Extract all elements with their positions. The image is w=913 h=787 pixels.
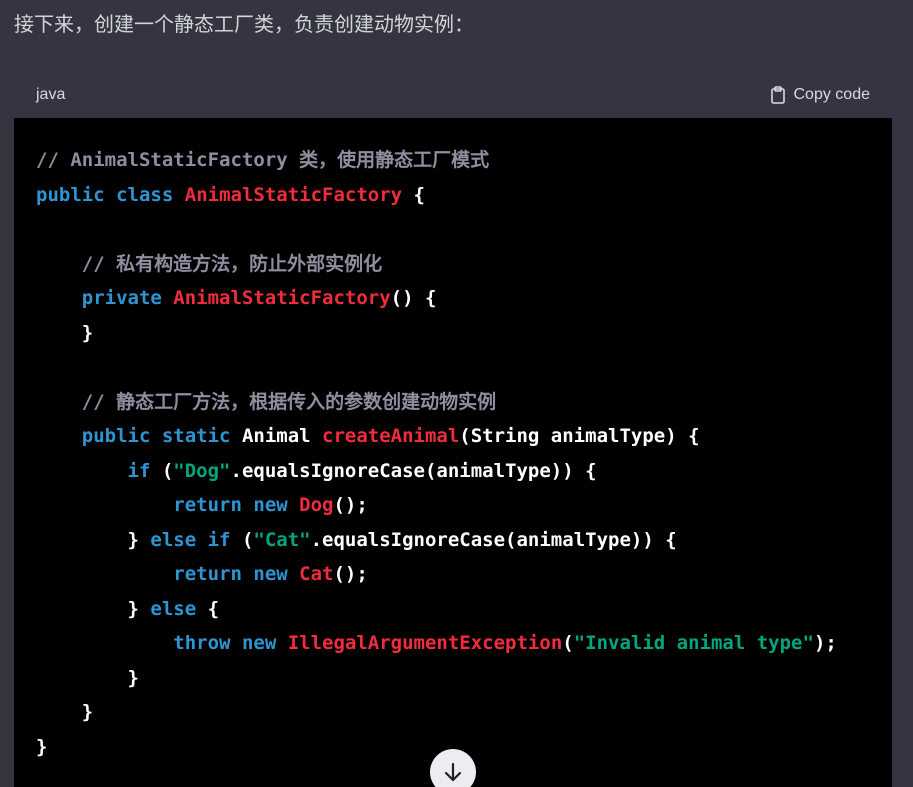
code-token: AnimalStaticFactory [173,287,391,309]
code-line: // 私有构造方法，防止外部实例化 [36,249,382,279]
code-token: private [81,287,162,309]
code-token: else [150,528,197,551]
code-token: class [116,183,174,206]
code-line: return new Cat(); [36,559,368,589]
code-token: // 静态工厂方法，根据传入的参数创建动物实例 [81,390,497,413]
code-token: public [81,425,151,447]
code-token: new [241,632,277,654]
code-line: private AnimalStaticFactory() { [36,283,437,313]
code-token: new [253,494,288,516]
chat-page: 接下来，创建一个静态工厂类，负责创建动物实例： java Copy code /… [0,0,913,787]
code-line: // AnimalStaticFactory 类，使用静态工厂模式 [36,145,489,175]
code-line: } [36,697,93,727]
code-token: } [36,735,48,758]
code-token: .equalsIgnoreCase(animalType)) { [310,528,677,551]
code-token: ); [813,632,837,654]
code-token: "Dog" [173,459,231,482]
code-token: (); [333,563,368,585]
code-token: return [173,494,242,516]
code-token: .equalsIgnoreCase(animalType)) { [230,459,597,482]
code-body: // AnimalStaticFactory 类，使用静态工厂模式 public … [14,118,892,787]
code-token: } [36,597,151,620]
scroll-down-button[interactable] [430,749,476,787]
copy-code-label: Copy code [793,86,871,103]
code-token: throw [173,632,231,654]
code-token: AnimalStaticFactory [184,183,403,206]
copy-code-button[interactable]: Copy code [770,84,871,106]
code-token: Cat [299,563,334,585]
intro-text: 接下来，创建一个静态工厂类，负责创建动物实例： [14,12,474,36]
code-token: } [36,321,94,344]
code-token: (); [333,494,368,516]
code-token: (String animalType) { [459,425,700,447]
code-line: throw new IllegalArgumentException("Inva… [36,628,837,658]
code-token: // 私有构造方法，防止外部实例化 [81,252,383,275]
code-token: public [36,183,105,206]
code-token: } [36,528,151,551]
code-language-label: java [36,86,66,103]
clipboard-icon [770,86,785,104]
code-token: Animal [230,425,323,447]
code-line: } [36,318,93,348]
code-token: new [253,563,288,585]
code-line: return new Dog(); [36,490,368,520]
code-line: if ("Dog".equalsIgnoreCase(animalType)) … [36,456,597,486]
code-token: static [161,425,231,447]
code-token: } [36,701,94,723]
code-line: public static Animal createAnimal(String… [36,421,700,451]
code-token: if [127,459,151,482]
code-token: else [150,597,197,620]
code-line: } else if ("Cat".equalsIgnoreCase(animal… [36,525,677,555]
code-token: ( [562,632,574,654]
code-line: } else { [36,594,220,624]
code-token: createAnimal [322,425,460,447]
code-block: java Copy code // AnimalStaticFactory 类，… [14,71,892,787]
code-token: if [207,528,231,551]
arrow-down-icon [444,762,462,782]
code-token: IllegalArgumentException [287,632,563,654]
code-line: } [36,663,139,693]
code-line: // 静态工厂方法，根据传入的参数创建动物实例 [36,387,496,417]
code-token: // AnimalStaticFactory 类，使用静态工厂模式 [36,149,490,171]
code-token: return [173,563,242,585]
code-token: ( [230,528,254,551]
code-token: ( [150,459,174,482]
code-token: { [402,183,425,206]
code-token: { [196,597,220,620]
code-token: "Invalid animal type" [573,632,814,654]
code-line: public class AnimalStaticFactory { [36,180,425,210]
code-line: } [36,732,47,762]
code-token: "Cat" [253,528,311,551]
code-token: } [36,666,139,689]
code-block-header: java Copy code [14,71,892,118]
code-token: Dog [299,494,334,516]
code-token: () { [390,287,437,309]
